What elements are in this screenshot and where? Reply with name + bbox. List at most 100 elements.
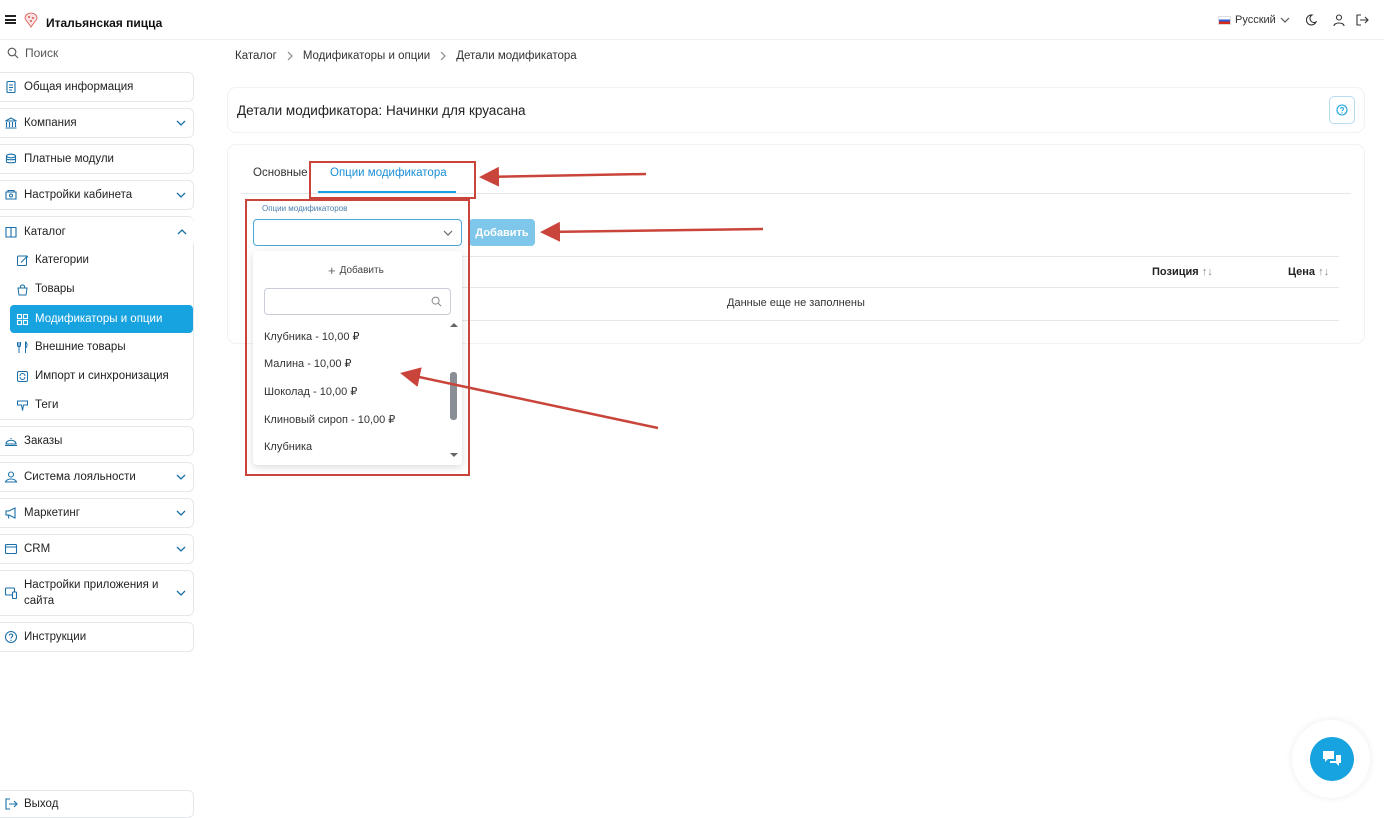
chevron-down-icon <box>176 590 186 596</box>
sort-icon: ↑↓ <box>1318 266 1330 278</box>
sidebar-item-instructions[interactable]: Инструкции <box>0 622 194 652</box>
sidebar-subitem-tags[interactable]: Теги <box>10 391 193 419</box>
settings-icon <box>5 189 17 200</box>
add-button[interactable]: Добавить <box>469 219 535 246</box>
sidebar-item-label: Платные модули <box>24 153 114 165</box>
chevron-down-icon <box>176 192 186 198</box>
chevron-down-icon <box>1280 17 1290 23</box>
chevron-right-icon <box>440 51 447 61</box>
column-header-position[interactable]: Позиция ↑↓ <box>1152 266 1213 278</box>
sidebar-item-marketing[interactable]: Маркетинг <box>0 498 194 528</box>
logout-icon[interactable] <box>1355 13 1369 27</box>
sort-icon: ↑↓ <box>1201 266 1213 278</box>
logout-label: Выход <box>24 798 59 810</box>
sidebar-item-label: Каталог <box>24 226 66 238</box>
top-bar: Итальянская пицца Русский <box>0 0 1384 40</box>
moon-icon[interactable] <box>1306 13 1320 27</box>
loyalty-icon <box>4 471 18 483</box>
menu-icon[interactable] <box>5 15 16 24</box>
app-title: Итальянская пицца <box>46 16 163 30</box>
breadcrumb: Каталог Модификаторы и опции Детали моди… <box>235 50 577 62</box>
annotation-box-select <box>245 199 470 476</box>
sidebar-subitem-modifiers[interactable]: Модификаторы и опции <box>10 305 193 333</box>
question-icon <box>1336 104 1348 116</box>
cutlery-icon <box>17 340 28 353</box>
devices-icon <box>4 587 18 600</box>
sidebar-subitem-products[interactable]: Товары <box>10 275 193 303</box>
column-header-price[interactable]: Цена ↑↓ <box>1288 266 1329 278</box>
sidebar-item-label: Маркетинг <box>24 507 80 519</box>
chevron-down-icon <box>176 546 186 552</box>
column-header-label: Цена <box>1288 266 1316 278</box>
annotation-box-tab <box>309 161 476 199</box>
question-icon <box>4 630 18 644</box>
sidebar-subitem-label: Категории <box>35 254 89 266</box>
chevron-down-icon <box>176 510 186 516</box>
sidebar-item-label: Настройки кабинета <box>24 189 133 201</box>
cloche-icon <box>5 438 17 447</box>
chevron-right-icon <box>287 51 293 61</box>
search-icon <box>7 47 19 59</box>
shopping-bag-icon <box>17 284 28 295</box>
chat-button[interactable] <box>1310 737 1354 781</box>
help-button[interactable] <box>1329 96 1355 124</box>
document-icon <box>6 80 16 94</box>
logout-icon <box>5 798 18 810</box>
table-empty-row: Данные еще не заполнены <box>462 288 1339 321</box>
sidebar-item-catalog[interactable]: Каталог <box>0 217 194 247</box>
sidebar-item-label: Настройки приложения и сайта <box>24 579 159 607</box>
sidebar-item-app-settings[interactable]: Настройки приложения и сайта <box>0 570 194 616</box>
flag-icon <box>1218 15 1231 25</box>
breadcrumb-item[interactable]: Каталог <box>235 50 277 62</box>
chevron-down-icon <box>176 474 186 480</box>
language-label: Русский <box>1235 14 1276 26</box>
sidebar-item-label: Инструкции <box>24 631 87 643</box>
sidebar-item-loyalty[interactable]: Система лояльности <box>0 462 194 492</box>
chevron-up-icon <box>177 229 187 235</box>
breadcrumb-item[interactable]: Модификаторы и опции <box>303 50 430 62</box>
page-title: Детали модификатора: Начинки для круасан… <box>237 103 526 118</box>
empty-message: Данные еще не заполнены <box>727 297 865 309</box>
sidebar-item-label: CRM <box>24 543 51 555</box>
search-placeholder: Поиск <box>25 46 59 60</box>
sidebar-item-crm[interactable]: CRM <box>0 534 194 564</box>
sidebar-group-catalog: Каталог Категории Товары Модификаторы и … <box>0 216 194 420</box>
sidebar-item-general[interactable]: Общая информация <box>0 72 194 102</box>
sidebar-item-label: Общая информация <box>24 81 134 93</box>
crm-icon <box>4 543 18 555</box>
tab-general[interactable]: Основные <box>253 167 308 179</box>
sidebar-item-label: Заказы <box>24 435 63 447</box>
tag-icon <box>17 400 28 411</box>
sidebar-subitem-external-products[interactable]: Внешние товары <box>10 333 193 361</box>
sidebar-item-label: Компания <box>24 117 77 129</box>
sidebar-item-cabinet-settings[interactable]: Настройки кабинета <box>0 180 194 210</box>
megaphone-icon <box>5 507 16 519</box>
sidebar-subitem-label: Импорт и синхронизация <box>35 370 169 382</box>
chat-icon <box>1323 751 1341 766</box>
user-icon[interactable] <box>1332 13 1346 27</box>
breadcrumb-item: Детали модификатора <box>456 50 577 62</box>
column-header-label: Позиция <box>1152 266 1199 278</box>
coins-icon <box>5 153 17 164</box>
grid-icon <box>16 313 29 325</box>
bank-icon <box>5 117 17 129</box>
sync-icon <box>17 370 28 382</box>
chevron-down-icon <box>176 120 186 126</box>
sidebar-subitem-label: Модификаторы и опции <box>35 313 163 325</box>
sidebar-logout[interactable]: Выход <box>0 790 194 818</box>
sidebar-subitem-label: Товары <box>35 283 75 295</box>
edit-icon <box>17 254 29 266</box>
sidebar-subitem-import[interactable]: Импорт и синхронизация <box>10 362 193 390</box>
sidebar-item-company[interactable]: Компания <box>0 108 194 138</box>
logo-icon <box>24 12 38 28</box>
table-header: Позиция ↑↓ Цена ↑↓ <box>462 256 1339 288</box>
language-selector[interactable]: Русский <box>1218 14 1290 26</box>
sidebar-subitem-label: Теги <box>35 399 59 411</box>
sidebar-item-paid-modules[interactable]: Платные модули <box>0 144 194 174</box>
sidebar-search[interactable]: Поиск <box>7 46 58 60</box>
sidebar-subitem-categories[interactable]: Категории <box>10 246 193 274</box>
page-title-card: Детали модификатора: Начинки для круасан… <box>228 88 1364 132</box>
sidebar-subitem-label: Внешние товары <box>35 341 126 353</box>
sidebar-item-orders[interactable]: Заказы <box>0 426 194 456</box>
book-icon <box>5 226 17 238</box>
